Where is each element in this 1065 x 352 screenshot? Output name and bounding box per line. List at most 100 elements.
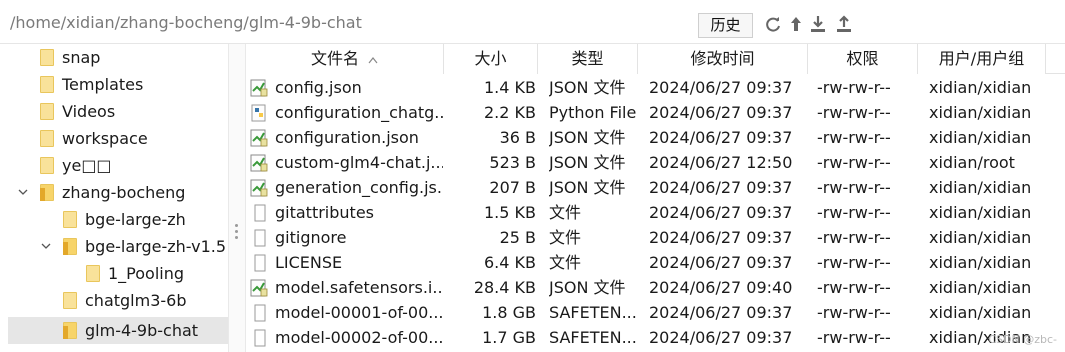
file-name: model-00001-of-00... (275, 303, 443, 322)
file-modified: 2024/06/27 09:37 (649, 303, 793, 322)
column-header-permissions[interactable]: 权限 (808, 44, 918, 74)
column-header-type[interactable]: 类型 (538, 44, 638, 74)
file-row[interactable]: model-00002-of-00... 1.7 GB SAFETEN... 2024… (246, 325, 1065, 350)
file-name: LICENSE (275, 253, 343, 272)
json-file-icon (250, 79, 268, 97)
tree-item-ye[interactable]: ye□□ (0, 152, 228, 179)
chevron-down-icon[interactable] (39, 239, 53, 253)
watermark: CSDN @zbc- (988, 333, 1057, 346)
tree-item-templates[interactable]: Templates (0, 71, 228, 98)
file-size: 523 B (489, 153, 536, 172)
file-size: 1.8 GB (482, 303, 536, 322)
sort-ascending-icon (368, 44, 378, 74)
tree-item-bge-large-zh-v1-5[interactable]: bge-large-zh-v1.5 (0, 233, 228, 260)
file-row[interactable]: generation_config.js... 207 B JSON 文件 2024/… (246, 175, 1065, 200)
file-icon (250, 329, 267, 347)
tree-item-glm-4-9b-chat[interactable]: glm-4-9b-chat (8, 317, 228, 344)
file-permissions: -rw-rw-r-- (817, 128, 891, 147)
file-row[interactable]: LICENSE 6.4 KB 文件 2024/06/27 09:37 -rw-rw-r-… (246, 250, 1065, 275)
column-header-name[interactable]: 文件名 (246, 44, 444, 74)
folder-icon (40, 157, 54, 174)
file-name: model.safetensors.i... (275, 278, 443, 297)
file-owner: xidian/xidian (929, 303, 1032, 322)
file-row[interactable]: configuration.json 36 B JSON 文件 2024/06/27 … (246, 125, 1065, 150)
refresh-icon[interactable] (763, 13, 783, 35)
file-type: JSON 文件 (549, 153, 626, 172)
column-header-owner[interactable]: 用户/用户组 (918, 44, 1046, 74)
file-size: 1.7 GB (482, 328, 536, 347)
json-file-icon (250, 129, 268, 147)
column-header-modified[interactable]: 修改时间 (638, 44, 808, 74)
folder-icon (63, 211, 77, 228)
chevron-down-icon[interactable] (16, 185, 30, 199)
file-size: 2.2 KB (484, 103, 536, 122)
file-modified: 2024/06/27 09:37 (649, 78, 793, 97)
json-file-icon (250, 179, 268, 197)
pane-splitter[interactable] (228, 44, 246, 352)
folder-icon (40, 103, 54, 120)
file-permissions: -rw-rw-r-- (817, 303, 891, 322)
python-file-icon (250, 104, 267, 122)
history-button[interactable]: 历史 (698, 13, 753, 38)
tree-item-label: glm-4-9b-chat (85, 321, 199, 340)
file-modified: 2024/06/27 09:37 (649, 203, 793, 222)
path-bar: /home/xidian/zhang-bocheng/glm-4-9b-chat… (0, 0, 1065, 44)
file-modified: 2024/06/27 12:50 (649, 153, 793, 172)
file-permissions: -rw-rw-r-- (817, 78, 891, 97)
file-name: gitattributes (275, 203, 374, 222)
file-modified: 2024/06/27 09:37 (649, 228, 793, 247)
file-type: 文件 (549, 253, 582, 272)
file-permissions: -rw-rw-r-- (817, 328, 891, 347)
open-folder-icon (40, 184, 54, 201)
file-owner: xidian/xidian (929, 228, 1032, 247)
file-row[interactable]: model-00001-of-00... 1.8 GB SAFETEN... 2024… (246, 300, 1065, 325)
file-row[interactable]: configuration_chatg... 2.2 KB Python File 2… (246, 100, 1065, 125)
file-owner: xidian/root (929, 153, 1015, 172)
file-type: JSON 文件 (549, 178, 626, 197)
tree-item-label: Templates (62, 75, 144, 94)
file-type: JSON 文件 (549, 278, 626, 297)
file-size: 28.4 KB (473, 278, 536, 297)
file-name: configuration_chatg... (275, 103, 443, 122)
tree-item-bge-large-zh[interactable]: bge-large-zh (0, 206, 228, 233)
file-size: 6.4 KB (484, 253, 536, 272)
tree-item-videos[interactable]: Videos (0, 98, 228, 125)
upload-icon[interactable] (834, 13, 854, 35)
file-row[interactable]: model.safetensors.i... 28.4 KB JSON 文件 2024… (246, 275, 1065, 300)
json-file-icon (250, 279, 268, 297)
tree-item-workspace[interactable]: workspace (0, 125, 228, 152)
file-size: 207 B (489, 178, 536, 197)
file-owner: xidian/xidian (929, 103, 1032, 122)
file-modified: 2024/06/27 09:37 (649, 328, 793, 347)
tree-item-chatglm3-6b[interactable]: chatglm3-6b (0, 287, 228, 314)
tree-item-label: snap (62, 48, 101, 67)
file-permissions: -rw-rw-r-- (817, 178, 891, 197)
download-icon[interactable] (808, 13, 828, 35)
parent-dir-icon[interactable] (786, 13, 806, 35)
tree-item-label: Videos (62, 102, 116, 121)
file-row[interactable]: config.json 1.4 KB JSON 文件 2024/06/27 09:37… (246, 75, 1065, 100)
tree-item-snap[interactable]: snap (0, 44, 228, 71)
splitter-grip-icon[interactable] (235, 224, 239, 244)
file-modified: 2024/06/27 09:37 (649, 253, 793, 272)
column-header-size[interactable]: 大小 (444, 44, 538, 74)
path-input[interactable]: /home/xidian/zhang-bocheng/glm-4-9b-chat (10, 12, 690, 34)
open-folder-icon (63, 238, 77, 255)
file-row[interactable]: gitattributes 1.5 KB 文件 2024/06/27 09:37 -rw… (246, 200, 1065, 225)
file-row[interactable]: gitignore 25 B 文件 2024/06/27 09:37 -rw-rw-r-… (246, 225, 1065, 250)
file-type: SAFETEN... (549, 303, 637, 322)
file-size: 36 B (499, 128, 536, 147)
file-type: 文件 (549, 228, 582, 247)
file-row[interactable]: custom-glm4-chat.j... 523 B JSON 文件 2024/06… (246, 150, 1065, 175)
file-modified: 2024/06/27 09:37 (649, 128, 793, 147)
file-owner: xidian/xidian (929, 278, 1032, 297)
column-header-label: 文件名 (310, 49, 359, 68)
folder-icon (86, 265, 100, 282)
open-folder-icon (63, 322, 77, 339)
folder-icon (63, 292, 77, 309)
tree-item-label: 1_Pooling (108, 264, 185, 283)
file-type: JSON 文件 (549, 78, 626, 97)
tree-item-1-pooling[interactable]: 1_Pooling (0, 260, 228, 287)
tree-item-zhang-bocheng[interactable]: zhang-bocheng (0, 179, 228, 206)
folder-icon (40, 130, 54, 147)
